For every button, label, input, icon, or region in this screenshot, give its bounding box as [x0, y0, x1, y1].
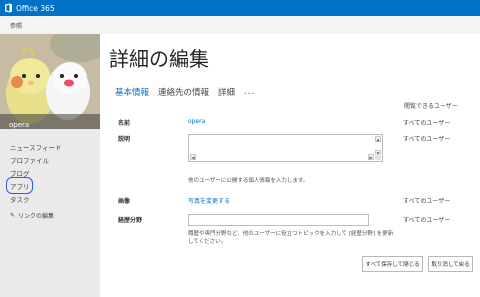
- sidebar-item-profile[interactable]: プロファイル: [10, 155, 62, 168]
- pencil-icon: ✎: [10, 212, 16, 219]
- tab-bar: 基本情報 連絡先の情報 詳細 ...: [115, 86, 255, 98]
- cancel-button[interactable]: 取り消して戻る: [428, 256, 473, 272]
- sidebar-item-newsfeed[interactable]: ニュースフィード: [10, 142, 62, 155]
- name-visibility: すべてのユーザー: [403, 120, 451, 127]
- suite-bar: Office 365: [0, 0, 480, 16]
- visibility-column-header: 閲覧できるユーザー: [404, 103, 458, 110]
- sidebar: opera ニュースフィード プロファイル ブログ アプリ タスク ✎ リンクの…: [0, 34, 100, 297]
- scroll-right-arrow-icon[interactable]: ▶: [368, 154, 374, 160]
- picture-visibility: すべてのユーザー: [403, 198, 451, 205]
- tab-contact-info[interactable]: 連絡先の情報: [158, 86, 209, 98]
- main-content: 詳細の編集 基本情報 連絡先の情報 詳細 ... 閲覧できるユーザー 名前 op…: [100, 34, 480, 297]
- expertise-hint-line2: してください。: [188, 239, 227, 245]
- sidebar-item-tasks[interactable]: タスク: [10, 194, 62, 207]
- edit-links-button[interactable]: ✎ リンクの編集: [10, 211, 62, 220]
- description-label: 説明: [118, 136, 131, 143]
- app-title[interactable]: Office 365: [16, 4, 55, 13]
- expertise-label: 経歴分野: [118, 217, 143, 224]
- expertise-input[interactable]: [188, 214, 369, 226]
- description-hint: 他のユーザーに公開する個人情報を入力します。: [188, 178, 309, 184]
- description-textarea[interactable]: ▲ ▼ ◀ ▶: [188, 134, 383, 162]
- apps-highlight-circle: [6, 177, 33, 194]
- scroll-up-arrow-icon[interactable]: ▲: [375, 136, 381, 142]
- description-visibility: すべてのユーザー: [403, 136, 451, 143]
- scroll-left-arrow-icon[interactable]: ◀: [190, 154, 196, 160]
- expertise-visibility: すべてのユーザー: [403, 217, 451, 224]
- reference-link[interactable]: 参照: [10, 21, 22, 30]
- tab-more-ellipsis[interactable]: ...: [244, 87, 255, 97]
- page-title: 詳細の編集: [109, 47, 209, 71]
- sub-header: 参照: [0, 16, 480, 34]
- name-label: 名前: [118, 120, 131, 127]
- save-and-close-button[interactable]: すべて保存して閉じる: [362, 256, 423, 272]
- profile-name: opera: [9, 121, 30, 129]
- resize-grip-icon[interactable]: [375, 154, 381, 160]
- expertise-hint-line1: 職歴や専門分野など、他のユーザーに役立つトピックを入力して [経歴分野] を更新: [188, 231, 394, 237]
- tab-details[interactable]: 詳細: [218, 86, 235, 98]
- edit-links-label: リンクの編集: [18, 213, 55, 220]
- office-logo-icon[interactable]: [4, 3, 13, 13]
- picture-label: 画像: [118, 198, 131, 205]
- tab-basic-info[interactable]: 基本情報: [115, 86, 149, 98]
- profile-photo: opera: [0, 34, 100, 129]
- name-value: opera: [188, 118, 206, 125]
- change-photo-link[interactable]: 写真を変更する: [188, 196, 230, 205]
